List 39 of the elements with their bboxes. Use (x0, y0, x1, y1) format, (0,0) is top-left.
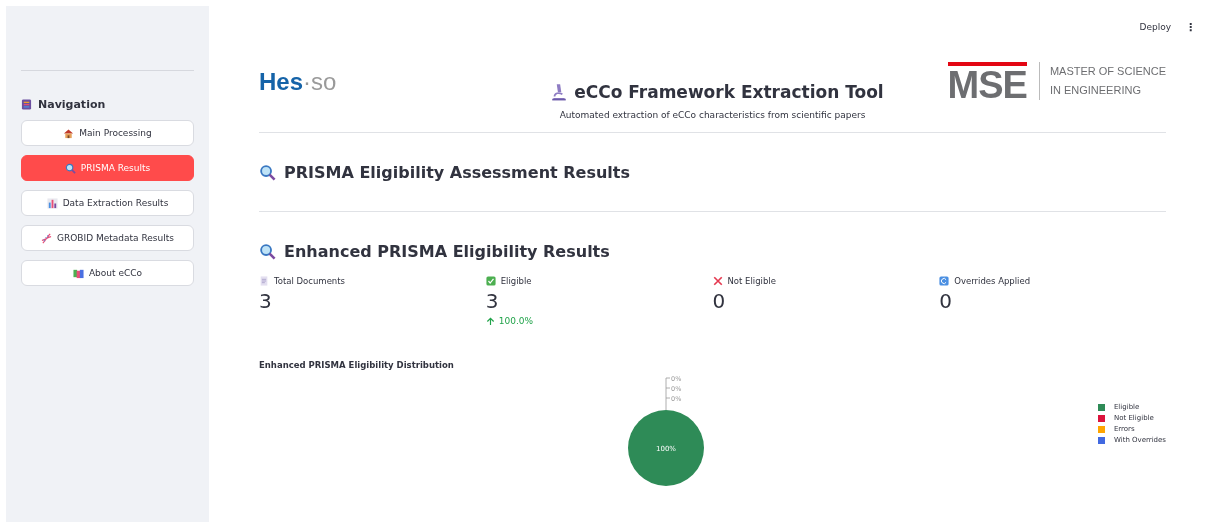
house-icon (63, 127, 75, 139)
up-arrow-icon (485, 316, 495, 326)
nav-button[interactable]: Main Processing (21, 120, 194, 146)
search-icon (259, 242, 276, 260)
nav-button[interactable]: About eCCo (21, 260, 194, 286)
dna-icon (41, 232, 53, 244)
nav-button[interactable]: GROBID Metadata Results (21, 225, 194, 251)
leader-line (665, 377, 671, 411)
metric-label: Eligible (500, 276, 532, 286)
metric-value: 0 (712, 288, 727, 315)
school-logo: Hes·so (259, 68, 337, 96)
nav-button[interactable]: Data Extraction Results (21, 190, 194, 216)
app-subtitle: Automated extraction of eCCo characteristics from scientific papers (558, 110, 867, 120)
navigation-title: Navigation (38, 98, 106, 111)
search-icon (259, 163, 276, 181)
refresh-icon (939, 276, 950, 286)
search-icon (64, 162, 76, 174)
chart-title: Enhanced PRISMA Eligibility Distribution (259, 360, 455, 370)
mse-logo: MSE (947, 62, 1027, 104)
section-heading: PRISMA Eligibility Assessment Results (284, 162, 630, 182)
metric-label: Not Eligible (727, 276, 776, 286)
document-icon (259, 276, 269, 286)
metric-delta: 100.0% (498, 316, 534, 326)
cross-icon (712, 276, 723, 286)
metric-value: 0 (939, 288, 953, 315)
bar-chart-icon (46, 197, 58, 209)
books-icon (72, 267, 84, 279)
metric-value: 3 (485, 288, 500, 315)
metric-label: Overrides Applied (954, 276, 1031, 286)
metric-value: 3 (259, 288, 273, 315)
results-heading: Enhanced PRISMA Eligibility Results (284, 241, 610, 261)
metric-label: Total Documents (274, 276, 346, 286)
deploy-button[interactable]: Deploy (1139, 22, 1171, 32)
checkmark-icon (485, 276, 496, 286)
abacus-icon (21, 99, 32, 110)
app-title: eCCo Framework Extraction Tool (574, 82, 884, 102)
menu-button[interactable]: ⋮ (1185, 20, 1196, 34)
program-name: MASTER OF SCIENCE IN ENGINEERING (1038, 62, 1166, 100)
microscope-icon (550, 83, 569, 101)
